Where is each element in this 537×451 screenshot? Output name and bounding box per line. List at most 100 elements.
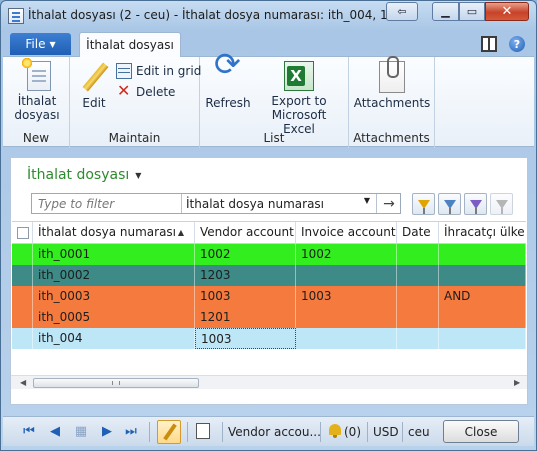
cell-vendor-account[interactable]: 1003 (195, 286, 296, 307)
delete-icon (116, 81, 132, 100)
ribbon: İthalat dosyası New Edit Edit in grid De… (3, 56, 534, 148)
table-row[interactable]: ith_004 1003 (12, 328, 526, 349)
cell-invoice-account[interactable] (296, 265, 397, 286)
edit-button[interactable]: Edit (76, 61, 112, 110)
filter-by-field-button[interactable] (412, 193, 435, 215)
cell-date[interactable] (397, 265, 439, 286)
new-button-label: İthalat dosyası (14, 94, 60, 122)
advanced-filter-button[interactable] (464, 193, 487, 215)
column-header-exporter-country[interactable]: İhracatçı ülke (439, 222, 526, 243)
form-title[interactable]: İthalat dosyası ▼ (27, 167, 141, 183)
back-button[interactable]: ⇦ (386, 2, 418, 21)
filter-icon (417, 199, 430, 214)
app-icon (8, 8, 24, 24)
refresh-label: Refresh (205, 96, 251, 110)
filter-by-selection-button[interactable] (438, 193, 461, 215)
next-record-icon[interactable]: ▶ (99, 423, 115, 439)
row-selector[interactable] (12, 244, 33, 265)
cell-exporter-country[interactable]: AND (439, 286, 526, 307)
file-tab[interactable]: File ▼ (10, 33, 71, 55)
table-row[interactable]: ith_0002 1203 (12, 265, 526, 286)
close-button[interactable]: Close (443, 420, 519, 443)
separator (402, 422, 403, 442)
column-header-invoice-account[interactable]: Invoice account (296, 222, 397, 243)
row-selector[interactable] (12, 286, 33, 307)
row-selector[interactable] (12, 265, 33, 286)
cell-vendor-account[interactable]: 1003 (195, 328, 296, 349)
cell-exporter-country[interactable] (439, 307, 526, 328)
minimize-button[interactable]: ▁ (432, 2, 459, 21)
table-row[interactable]: ith_0005 1201 (12, 307, 526, 328)
cell-date[interactable] (397, 244, 439, 265)
edit-mode-icon[interactable] (157, 420, 181, 444)
row-selector[interactable] (12, 307, 33, 328)
select-all-checkbox[interactable] (17, 227, 29, 239)
refresh-button[interactable]: Refresh (205, 57, 251, 110)
chevron-down-icon: ▼ (363, 196, 370, 205)
cell-vendor-account[interactable]: 1203 (195, 265, 296, 286)
cell-import-no[interactable]: ith_0001 (33, 244, 195, 265)
cell-exporter-country[interactable] (439, 328, 526, 349)
column-header-import-no[interactable]: İthalat dosya numarası ▲ (33, 222, 195, 243)
edit-in-grid-button[interactable]: Edit in grid (116, 63, 201, 79)
filter-field-select[interactable]: İthalat dosya numarası ▼ (181, 194, 375, 213)
scroll-right-icon[interactable]: ▶ (514, 378, 520, 387)
export-excel-button[interactable]: Export to Microsoft Excel (256, 61, 342, 136)
cell-import-no[interactable]: ith_0005 (33, 307, 195, 328)
table-row[interactable]: ith_0003 1003 1003 AND (12, 286, 526, 307)
row-selector[interactable] (12, 328, 33, 349)
help-icon[interactable]: ? (509, 36, 525, 52)
cell-invoice-account[interactable] (296, 307, 397, 328)
cell-date[interactable] (397, 286, 439, 307)
delete-button[interactable]: Delete (116, 81, 175, 100)
cell-exporter-country[interactable] (439, 244, 526, 265)
horizontal-scrollbar[interactable]: ◀ ▶ (11, 375, 527, 389)
new-ithalat-button[interactable]: İthalat dosyası (11, 57, 63, 122)
paperclip-icon (379, 56, 405, 93)
table-row[interactable]: ith_0001 1002 1002 (12, 244, 526, 265)
cell-invoice-account[interactable] (296, 328, 397, 349)
maximize-button[interactable]: ▭ (459, 2, 485, 21)
scrollbar-thumb[interactable] (33, 378, 199, 388)
layout-icon[interactable] (481, 36, 497, 52)
separator (222, 422, 223, 442)
cell-date[interactable] (397, 328, 439, 349)
filter-input[interactable] (32, 194, 180, 213)
scroll-left-icon[interactable]: ◀ (20, 378, 26, 387)
first-record-icon[interactable]: ⏮ (21, 423, 37, 439)
group-label-list: List (263, 131, 285, 145)
cell-vendor-account[interactable]: 1002 (195, 244, 296, 265)
tab-label: İthalat dosyası (86, 38, 174, 52)
cell-date[interactable] (397, 307, 439, 328)
cell-import-no[interactable]: ith_0003 (33, 286, 195, 307)
excel-icon (284, 61, 314, 91)
remove-filter-button[interactable] (490, 193, 513, 215)
refresh-icon (212, 57, 244, 93)
previous-record-icon[interactable]: ◀ (47, 423, 63, 439)
cell-import-no[interactable]: ith_0002 (33, 265, 195, 286)
close-window-button[interactable]: ✕ (485, 2, 529, 21)
minimize-icon: ▁ (441, 5, 450, 18)
status-bar: ⏮ ◀ ▦ ▶ ⏭ Vendor accou... (0) USD ceu Cl… (3, 416, 534, 446)
filter-go-button[interactable]: → (376, 194, 401, 213)
cell-vendor-account[interactable]: 1201 (195, 307, 296, 328)
column-header-vendor-account[interactable]: Vendor account (195, 222, 296, 243)
grid-view-icon[interactable]: ▦ (73, 423, 89, 439)
new-document-icon (21, 57, 51, 91)
company: ceu (408, 425, 430, 439)
cell-invoice-account[interactable]: 1003 (296, 286, 397, 307)
attachments-button[interactable]: Attachments (353, 56, 431, 110)
separator (187, 422, 188, 442)
bell-icon[interactable] (328, 423, 342, 439)
attachments-label: Attachments (353, 96, 431, 110)
column-header-date[interactable]: Date (397, 222, 439, 243)
last-record-icon[interactable]: ⏭ (123, 423, 139, 439)
cell-exporter-country[interactable] (439, 265, 526, 286)
cell-invoice-account[interactable]: 1002 (296, 244, 397, 265)
document-icon[interactable] (196, 423, 210, 439)
tab-ithalat-dosyasi[interactable]: İthalat dosyası (79, 32, 181, 57)
arrow-right-icon: → (383, 195, 395, 212)
group-new: İthalat dosyası New (3, 57, 70, 148)
ribbon-tabs: File ▼ İthalat dosyası ? (3, 32, 534, 57)
cell-import-no[interactable]: ith_004 (33, 328, 195, 349)
